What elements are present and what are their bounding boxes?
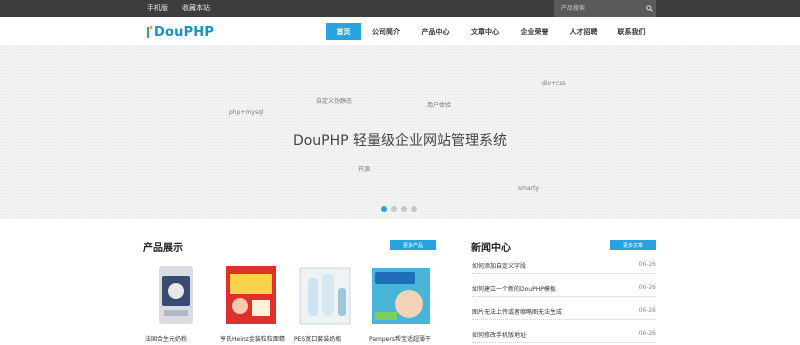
banner-tag: php+mysql bbox=[229, 109, 264, 116]
nav-contact[interactable]: 联系我们 bbox=[608, 23, 655, 40]
slide-dot[interactable] bbox=[391, 206, 397, 212]
nav-jobs[interactable]: 人才招聘 bbox=[559, 23, 608, 40]
product-card[interactable]: Pampers帮宝适超薄干 bbox=[369, 262, 431, 343]
site-logo[interactable]: DouPHP bbox=[147, 23, 214, 41]
banner-tag: 开源 bbox=[358, 166, 371, 173]
news-item-title[interactable]: 如何修改手机版地址 bbox=[472, 330, 526, 339]
nav-about[interactable]: 公司简介 bbox=[361, 23, 411, 40]
news-item-title[interactable]: 如何添加自定义字段 bbox=[472, 261, 526, 270]
search-box bbox=[554, 0, 656, 17]
news-item-title[interactable]: 如何建立一个新的DouPHP模板 bbox=[472, 284, 556, 293]
products-title: 产品展示 bbox=[143, 243, 183, 254]
product-image[interactable] bbox=[220, 262, 282, 328]
news-item-date: 06-26 bbox=[638, 330, 656, 337]
news-item[interactable]: 如何添加自定义字段 06-26 bbox=[472, 258, 656, 274]
slide-dot[interactable] bbox=[401, 206, 407, 212]
product-name[interactable]: PES宽口套装奶瓶 bbox=[294, 334, 364, 343]
news-item[interactable]: 图片无法上传或者缩略图无法生成 06-26 bbox=[472, 304, 656, 320]
product-image[interactable] bbox=[294, 262, 356, 328]
header: DouPHP 首页 公司简介 产品中心 文章中心 企业荣誉 人才招聘 联系我们 bbox=[0, 17, 800, 45]
main-nav: 首页 公司简介 产品中心 文章中心 企业荣誉 人才招聘 联系我们 bbox=[326, 23, 655, 45]
news-title: 新闻中心 bbox=[471, 243, 511, 254]
nav-articles[interactable]: 文章中心 bbox=[460, 23, 510, 40]
bookmark-site-link[interactable]: 收藏本站 bbox=[182, 3, 210, 13]
slide-dot[interactable] bbox=[381, 206, 387, 212]
product-name[interactable]: Pampers帮宝适超薄干 bbox=[369, 334, 439, 343]
slider-dots bbox=[381, 206, 417, 212]
product-name[interactable]: 法国合生元奶粉 bbox=[145, 334, 215, 343]
news-item-date: 06-26 bbox=[638, 284, 656, 291]
slide-dot[interactable] bbox=[411, 206, 417, 212]
banner-tag: smarty bbox=[518, 185, 540, 192]
more-products-button[interactable]: 更多产品 bbox=[390, 240, 436, 250]
logo-mark-icon bbox=[147, 26, 153, 38]
search-icon bbox=[645, 5, 653, 12]
product-card[interactable]: 亨氏Heinz金装粒粒面精 bbox=[220, 262, 285, 343]
more-news-button[interactable]: 更多文章 bbox=[610, 240, 656, 250]
nav-home[interactable]: 首页 bbox=[326, 23, 361, 40]
search-input[interactable] bbox=[554, 0, 642, 17]
news-item[interactable]: 如何建立一个新的DouPHP模板 06-26 bbox=[472, 281, 656, 297]
product-image[interactable] bbox=[145, 262, 207, 328]
product-card[interactable]: PES宽口套装奶瓶 bbox=[294, 262, 356, 343]
product-image[interactable] bbox=[369, 262, 431, 328]
hero-banner[interactable]: div+css 自定义伪静态 用户体验 php+mysql 开源 smarty … bbox=[0, 45, 800, 219]
banner-title: DouPHP 轻量级企业网站管理系统 bbox=[292, 133, 508, 149]
banner-tag: div+css bbox=[542, 80, 566, 87]
news-item-date: 06-26 bbox=[638, 307, 656, 314]
news-item-title[interactable]: 图片无法上传或者缩略图无法生成 bbox=[472, 307, 562, 316]
banner-tag: 自定义伪静态 bbox=[316, 98, 353, 105]
mobile-version-link[interactable]: 手机版 bbox=[147, 3, 168, 13]
search-button[interactable] bbox=[642, 0, 656, 17]
nav-products[interactable]: 产品中心 bbox=[411, 23, 460, 40]
product-card[interactable]: 法国合生元奶粉 bbox=[145, 262, 207, 343]
product-name[interactable]: 亨氏Heinz金装粒粒面精 bbox=[220, 334, 290, 343]
news-item[interactable]: 如何修改手机版地址 06-26 bbox=[472, 327, 656, 343]
top-bar: 手机版 收藏本站 bbox=[0, 0, 800, 17]
nav-honors[interactable]: 企业荣誉 bbox=[510, 23, 559, 40]
logo-text: DouPHP bbox=[154, 24, 215, 40]
banner-tag: 用户体验 bbox=[427, 102, 452, 109]
news-item-date: 06-26 bbox=[638, 261, 656, 268]
